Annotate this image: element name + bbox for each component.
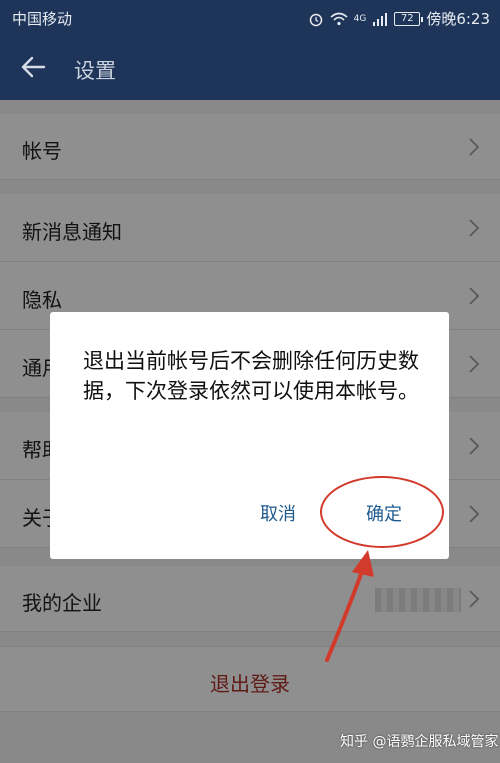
status-icons: 4G 72 傍晚6:23 bbox=[308, 8, 490, 29]
network-type: 4G bbox=[353, 13, 367, 24]
watermark: 知乎 @语鹦企服私域管家 bbox=[340, 734, 499, 750]
battery-icon: 72 bbox=[394, 11, 424, 26]
wifi-icon bbox=[330, 12, 348, 25]
carrier-name: 中国移动 bbox=[12, 10, 73, 28]
clock: 傍晚6:23 bbox=[426, 10, 490, 28]
app-bar: 设置 bbox=[0, 36, 500, 100]
alarm-icon bbox=[309, 13, 322, 26]
signal-icon bbox=[373, 12, 388, 26]
dialog-message: 退出当前帐号后不会删除任何历史数据，下次登录依然可以使用本帐号。 bbox=[83, 349, 419, 403]
cancel-button[interactable]: 取消 bbox=[260, 500, 296, 526]
annotation-ellipse bbox=[320, 476, 444, 548]
page-title: 设置 bbox=[74, 59, 116, 83]
status-bar: 中国移动 4G 72 傍晚6:23 bbox=[0, 0, 500, 36]
back-arrow-icon[interactable] bbox=[18, 52, 48, 82]
